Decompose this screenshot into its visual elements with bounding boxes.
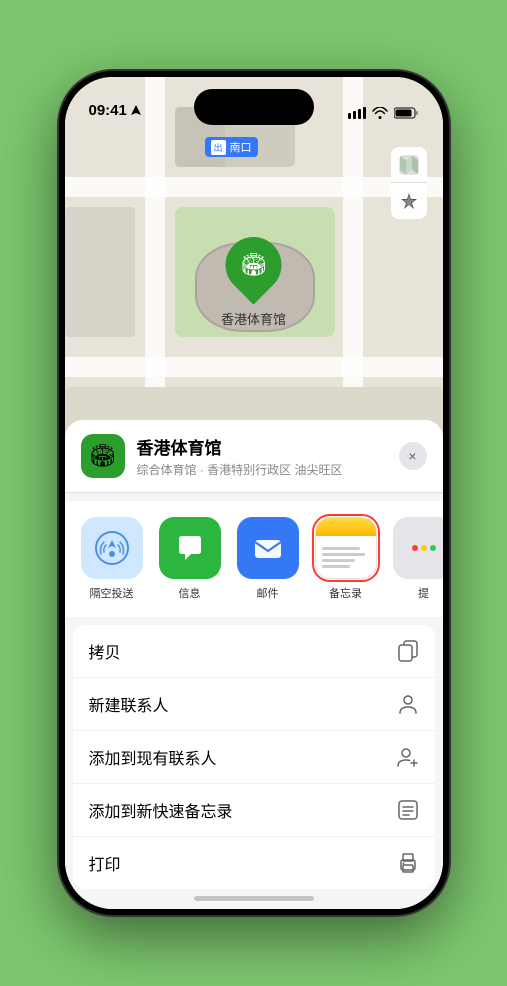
- airdrop-icon: [81, 517, 143, 579]
- share-item-more[interactable]: 提: [393, 517, 443, 601]
- note-icon: [397, 799, 419, 821]
- messages-icon: [171, 529, 209, 567]
- add-contact-label: 添加到现有联系人: [89, 745, 217, 769]
- messages-icon-wrap: [159, 517, 221, 579]
- map-icon: [399, 155, 419, 175]
- signal-icon: [348, 107, 366, 119]
- wifi-icon: [372, 107, 388, 119]
- quick-note-label: 添加到新快速备忘录: [89, 798, 233, 822]
- action-list: 拷贝 新建联系人 添加到现有联系人: [73, 625, 435, 889]
- action-print[interactable]: 打印: [73, 837, 435, 889]
- print-label: 打印: [89, 851, 121, 875]
- copy-label: 拷贝: [89, 639, 121, 663]
- action-copy[interactable]: 拷贝: [73, 625, 435, 678]
- venue-subtitle: 综合体育馆 · 香港特别行政区 油尖旺区: [137, 461, 387, 478]
- more-dots: [412, 545, 436, 551]
- location-icon: [401, 193, 417, 209]
- share-item-messages[interactable]: 信息: [159, 517, 221, 601]
- location-arrow-icon: [131, 105, 141, 117]
- notes-icon: [315, 517, 377, 579]
- status-time: 09:41: [89, 102, 141, 119]
- venue-icon: 🏟: [81, 434, 125, 478]
- notes-label: 备忘录: [329, 585, 362, 601]
- home-indicator: [194, 896, 314, 901]
- status-icons: [348, 107, 419, 119]
- action-add-contact[interactable]: 添加到现有联系人: [73, 731, 435, 784]
- print-icon: [397, 852, 419, 874]
- more-label: 提: [418, 585, 429, 601]
- share-item-airdrop[interactable]: 隔空投送: [81, 517, 143, 601]
- map-label: 出 南口: [205, 137, 258, 157]
- person-add-icon: [397, 746, 419, 768]
- mail-icon: [249, 529, 287, 567]
- venue-name: 香港体育馆: [137, 434, 387, 459]
- person-icon: [397, 693, 419, 715]
- stadium-pin: 🏟 香港体育馆: [221, 237, 286, 328]
- location-button[interactable]: [391, 183, 427, 219]
- close-button[interactable]: ×: [399, 442, 427, 470]
- share-row: 隔空投送 信息: [65, 501, 443, 617]
- mail-label: 邮件: [257, 585, 279, 601]
- airdrop-label: 隔空投送: [90, 585, 134, 601]
- venue-info: 香港体育馆 综合体育馆 · 香港特别行政区 油尖旺区: [137, 434, 387, 478]
- phone-screen: 09:41: [65, 77, 443, 909]
- battery-icon: [394, 107, 419, 119]
- bottom-sheet: 🏟 香港体育馆 综合体育馆 · 香港特别行政区 油尖旺区 ×: [65, 420, 443, 909]
- messages-label: 信息: [179, 585, 201, 601]
- map-type-button[interactable]: [391, 147, 427, 183]
- mail-icon-wrap: [237, 517, 299, 579]
- action-quick-note[interactable]: 添加到新快速备忘录: [73, 784, 435, 837]
- pin-marker: 🏟: [214, 225, 293, 304]
- pin-label: 香港体育馆: [221, 309, 286, 328]
- dynamic-island: [194, 89, 314, 125]
- share-item-mail[interactable]: 邮件: [237, 517, 299, 601]
- venue-card: 🏟 香港体育馆 综合体育馆 · 香港特别行政区 油尖旺区 ×: [65, 420, 443, 492]
- map-controls[interactable]: [391, 147, 427, 219]
- phone-frame: 09:41: [59, 71, 449, 915]
- more-icon-wrap: [393, 517, 443, 579]
- divider: [65, 492, 443, 493]
- copy-icon: [397, 640, 419, 662]
- share-item-notes[interactable]: 备忘录: [315, 517, 377, 601]
- new-contact-label: 新建联系人: [89, 692, 169, 716]
- action-new-contact[interactable]: 新建联系人: [73, 678, 435, 731]
